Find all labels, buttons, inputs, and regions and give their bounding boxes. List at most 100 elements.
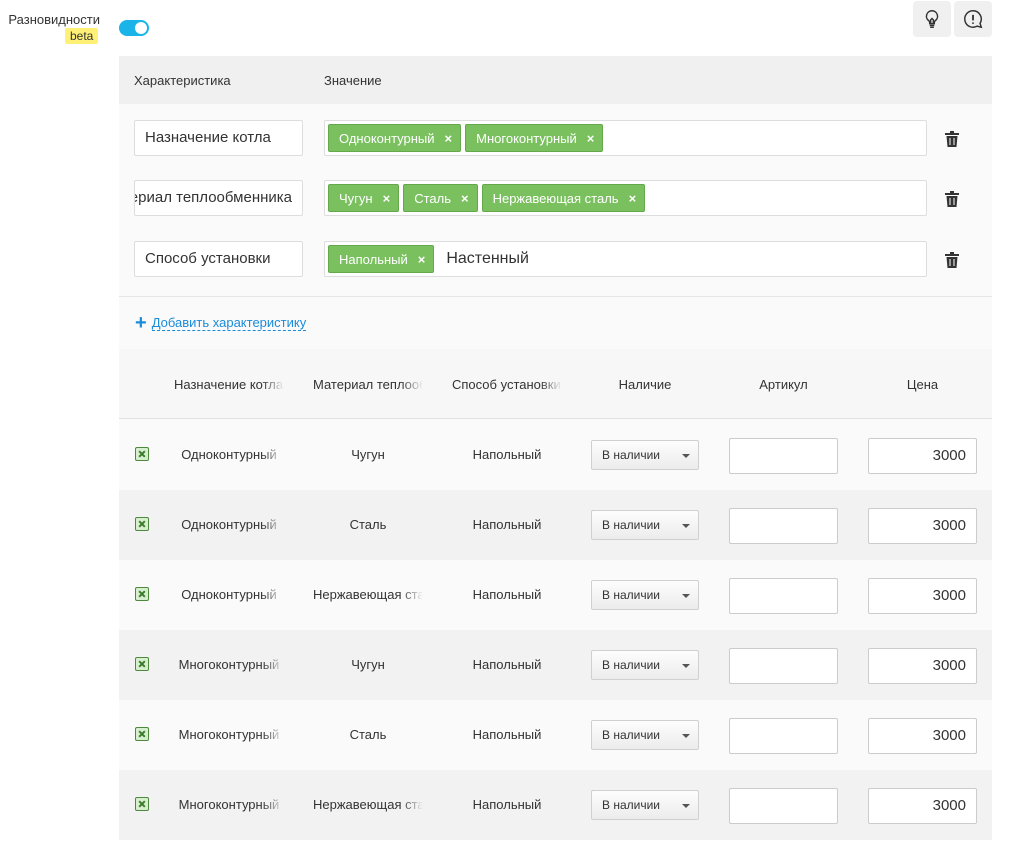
- col-header-price: Цена: [906, 377, 939, 392]
- remove-tag-icon[interactable]: ×: [383, 191, 391, 206]
- characteristics-header: Характеристика Значение: [119, 56, 992, 104]
- tag-label: Чугун: [339, 190, 373, 206]
- cell-purpose: Одноконтурный: [181, 587, 277, 602]
- sku-input[interactable]: [729, 508, 838, 544]
- availability-value: В наличии: [602, 658, 661, 672]
- header-characteristic: Характеристика: [134, 73, 231, 88]
- chevron-down-icon: [682, 594, 690, 598]
- table-row: Многоконтурный Чугун Напольный В наличии…: [119, 630, 992, 700]
- variant-checkbox[interactable]: [135, 727, 149, 741]
- value-tag: Напольный ×: [328, 245, 435, 273]
- cell-material: Нержавеющая сталь: [313, 797, 423, 812]
- table-row: Одноконтурный Сталь Напольный В наличии …: [119, 490, 992, 560]
- trash-icon[interactable]: [945, 191, 959, 207]
- typed-value-text[interactable]: Настенный: [446, 250, 529, 268]
- variants-label: Разновидности: [8, 12, 100, 27]
- cell-purpose: Многоконтурный: [178, 797, 280, 812]
- header-value: Значение: [324, 73, 382, 88]
- tag-label: Многоконтурный: [476, 130, 577, 146]
- sku-input[interactable]: [729, 578, 838, 614]
- feedback-button[interactable]: [954, 1, 992, 37]
- cell-install: Напольный: [472, 727, 542, 742]
- availability-select[interactable]: В наличии: [591, 580, 699, 610]
- availability-select[interactable]: В наличии: [591, 650, 699, 680]
- variant-checkbox[interactable]: [135, 587, 149, 601]
- chevron-down-icon: [682, 734, 690, 738]
- sku-input[interactable]: [729, 788, 838, 824]
- availability-select[interactable]: В наличии: [591, 510, 699, 540]
- availability-value: В наличии: [602, 588, 661, 602]
- price-input[interactable]: 3000: [868, 788, 977, 824]
- price-input[interactable]: 3000: [868, 648, 977, 684]
- col-header-purpose: Назначение котла: [174, 377, 284, 392]
- variant-checkbox[interactable]: [135, 797, 149, 811]
- characteristic-row: Способ установки Напольный × Настенный: [119, 241, 992, 277]
- tag-label: Сталь: [414, 190, 451, 206]
- sku-input[interactable]: [729, 718, 838, 754]
- cell-purpose: Одноконтурный: [181, 517, 277, 532]
- value-tag: Одноконтурный ×: [328, 124, 462, 152]
- sku-input[interactable]: [729, 438, 838, 474]
- characteristic-name-input[interactable]: Материал теплообменника: [134, 180, 303, 216]
- toggle-knob: [135, 22, 147, 34]
- characteristic-name-input[interactable]: Назначение котла: [134, 120, 303, 156]
- table-row: Многоконтурный Нержавеющая сталь Напольн…: [119, 770, 992, 840]
- cell-install: Напольный: [472, 517, 542, 532]
- characteristic-name-input[interactable]: Способ установки: [134, 241, 303, 277]
- cell-install: Напольный: [472, 657, 542, 672]
- variant-checkbox[interactable]: [135, 657, 149, 671]
- price-input[interactable]: 3000: [868, 438, 977, 474]
- availability-select[interactable]: В наличии: [591, 790, 699, 820]
- remove-tag-icon[interactable]: ×: [629, 191, 637, 206]
- tag-label: Одноконтурный: [339, 130, 435, 146]
- price-input[interactable]: 3000: [868, 508, 977, 544]
- add-characteristic-link[interactable]: + Добавить характеристику: [135, 313, 307, 333]
- variant-checkbox[interactable]: [135, 517, 149, 531]
- availability-value: В наличии: [602, 448, 661, 462]
- remove-tag-icon[interactable]: ×: [461, 191, 469, 206]
- tag-label: Напольный: [339, 251, 408, 267]
- tag-label: Нержавеющая сталь: [492, 190, 619, 206]
- trash-icon[interactable]: [945, 131, 959, 147]
- chevron-down-icon: [682, 524, 690, 528]
- characteristic-row: Назначение котла Одноконтурный × Многокон…: [119, 120, 992, 156]
- cell-material: Чугун: [351, 447, 385, 462]
- availability-value: В наличии: [602, 518, 661, 532]
- value-tag: Сталь ×: [403, 184, 478, 212]
- trash-icon[interactable]: [945, 252, 959, 268]
- availability-select[interactable]: В наличии: [591, 720, 699, 750]
- characteristic-values-input[interactable]: Напольный × Настенный: [324, 241, 927, 277]
- add-characteristic-label: Добавить характеристику: [151, 315, 307, 331]
- chevron-down-icon: [682, 454, 690, 458]
- characteristic-values-input[interactable]: Одноконтурный × Многоконтурный ×: [324, 120, 927, 156]
- cell-purpose: Многоконтурный: [178, 727, 280, 742]
- availability-select[interactable]: В наличии: [591, 440, 699, 470]
- variants-toggle[interactable]: [119, 20, 149, 36]
- exclamation-bubble-icon: [964, 10, 983, 29]
- cell-material: Сталь: [349, 727, 387, 742]
- characteristic-values-input[interactable]: Чугун × Сталь × Нержавеющая сталь ×: [324, 180, 927, 216]
- price-input[interactable]: 3000: [868, 578, 977, 614]
- variant-checkbox[interactable]: [135, 447, 149, 461]
- hint-button[interactable]: [913, 1, 951, 37]
- value-tag: Многоконтурный ×: [465, 124, 604, 152]
- chevron-down-icon: [682, 664, 690, 668]
- variants-table-header: Назначение котла Материал теплообменника…: [119, 349, 992, 419]
- price-input[interactable]: 3000: [868, 718, 977, 754]
- characteristics-panel: Характеристика Значение Назначение котла…: [119, 56, 992, 349]
- remove-tag-icon[interactable]: ×: [445, 131, 453, 146]
- sku-input[interactable]: [729, 648, 838, 684]
- availability-value: В наличии: [602, 798, 661, 812]
- cell-install: Напольный: [472, 797, 542, 812]
- remove-tag-icon[interactable]: ×: [418, 252, 426, 267]
- value-tag: Чугун ×: [328, 184, 400, 212]
- col-header-install: Способ установки: [452, 377, 561, 392]
- cell-purpose: Многоконтурный: [178, 657, 280, 672]
- cell-install: Напольный: [472, 587, 542, 602]
- chevron-down-icon: [682, 804, 690, 808]
- beta-badge: beta: [65, 28, 99, 44]
- lightbulb-icon: [925, 10, 939, 28]
- remove-tag-icon[interactable]: ×: [587, 131, 595, 146]
- col-header-material: Материал теплообменника: [313, 377, 423, 392]
- table-row: Многоконтурный Сталь Напольный В наличии…: [119, 700, 992, 770]
